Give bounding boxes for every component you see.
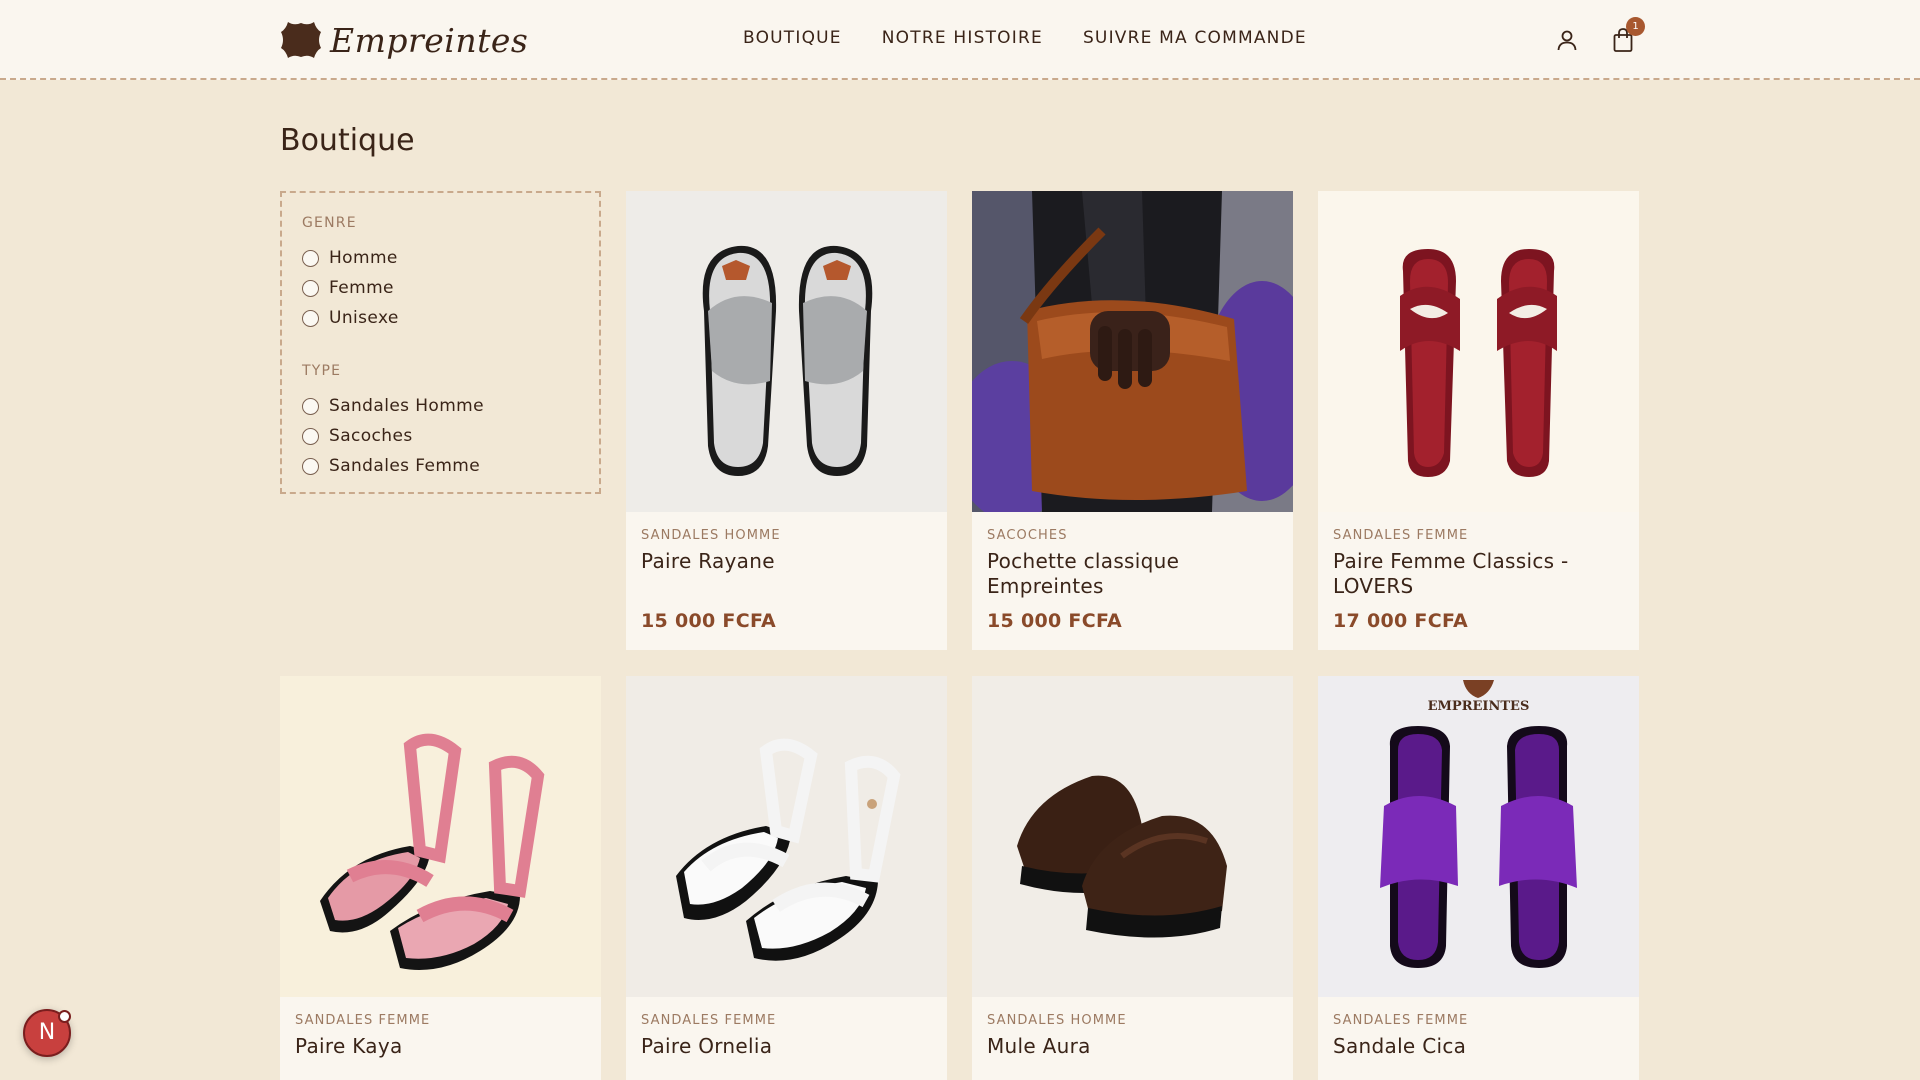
radio-button[interactable] [302,249,319,267]
filter-option-unisexe[interactable]: Unisexe [302,303,599,333]
product-name[interactable]: Mule Aura [987,1034,1278,1059]
option-label: Sandales Femme [329,456,481,476]
pink-sandal-image [280,676,601,997]
option-label: Sandales Homme [329,396,484,416]
product-image[interactable]: EMPREINTES [1318,676,1639,997]
product-card-mule-aura[interactable]: SANDALES HOMME Mule Aura [972,676,1293,1080]
product-logo-text: EMPREINTES [1428,699,1530,714]
user-icon[interactable] [1555,28,1579,52]
notification-dot [58,1010,71,1023]
product-image[interactable] [280,676,601,997]
filter-group-type: TYPE Sandales Homme Sacoches Sandales Fe… [302,363,599,481]
filter-panel: GENRE Homme Femme Unisexe TYPE Sandales … [280,191,601,494]
product-name[interactable]: Paire Femme Classics - LOVERS [1333,549,1624,599]
filter-heading-type: TYPE [302,363,342,379]
radio-button[interactable] [302,427,319,445]
nav-suivre-commande[interactable]: SUIVRE MA COMMANDE [1083,28,1307,48]
product-image[interactable] [972,191,1293,512]
option-label: Homme [329,248,398,268]
filter-option-sacoches[interactable]: Sacoches [302,421,599,451]
brand-name: Empreintes [330,20,529,60]
cart-count-badge: 1 [1626,17,1645,36]
option-label: Sacoches [329,426,413,446]
product-category: SANDALES FEMME [1333,528,1469,543]
product-category: SANDALES FEMME [295,1013,431,1028]
site-header: Empreintes BOUTIQUE NOTRE HISTOIRE SUIVR… [0,0,1920,80]
filter-option-femme[interactable]: Femme [302,273,599,303]
product-card-paire-ornelia[interactable]: SANDALES FEMME Paire Ornelia [626,676,947,1080]
product-price: 15 000 FCFA [641,610,777,632]
product-card-pochette-classique[interactable]: SACOCHES Pochette classique Empreintes 1… [972,191,1293,650]
page-title: Boutique [280,123,415,158]
purple-sandal-image: EMPREINTES [1318,676,1639,997]
product-name[interactable]: Paire Kaya [295,1034,586,1059]
product-image[interactable] [626,676,947,997]
product-card-femme-classics[interactable]: SANDALES FEMME Paire Femme Classics - LO… [1318,191,1639,650]
option-label: Femme [329,278,394,298]
product-card-paire-rayane[interactable]: SANDALES HOMME Paire Rayane 15 000 FCFA [626,191,947,650]
red-sandal-image [1318,191,1639,512]
product-category: SANDALES HOMME [987,1013,1127,1028]
product-image[interactable] [1318,191,1639,512]
option-label: Unisexe [329,308,399,328]
radio-button[interactable] [302,309,319,327]
white-sandal-image [626,676,947,997]
filter-option-sandales-femme[interactable]: Sandales Femme [302,451,599,481]
product-category: SANDALES FEMME [641,1013,777,1028]
filter-heading-genre: GENRE [302,215,357,231]
leather-pouch-image [972,191,1293,512]
filter-option-sandales-homme[interactable]: Sandales Homme [302,391,599,421]
product-name[interactable]: Paire Rayane [641,549,932,574]
product-name[interactable]: Sandale Cica [1333,1034,1624,1059]
brand-logo[interactable]: Empreintes [280,18,528,62]
radio-button[interactable] [302,457,319,475]
filter-option-homme[interactable]: Homme [302,243,599,273]
radio-button[interactable] [302,397,319,415]
nav-boutique[interactable]: BOUTIQUE [743,28,842,48]
main-nav: BOUTIQUE NOTRE HISTOIRE SUIVRE MA COMMAN… [743,28,1347,48]
product-image[interactable] [972,676,1293,997]
grey-sandal-image [626,191,947,512]
radio-button[interactable] [302,279,319,297]
product-card-sandale-cica[interactable]: EMPREINTES SANDALES FEMME Sandale Cica [1318,676,1639,1080]
product-price: 17 000 FCFA [1333,610,1469,632]
product-category: SANDALES HOMME [641,528,781,543]
product-name[interactable]: Paire Ornelia [641,1034,932,1059]
product-category: SACOCHES [987,528,1068,543]
product-price: 15 000 FCFA [987,610,1123,632]
product-name[interactable]: Pochette classique Empreintes [987,549,1278,599]
leather-hide-icon [281,22,321,58]
product-card-paire-kaya[interactable]: SANDALES FEMME Paire Kaya [280,676,601,1080]
product-image[interactable] [626,191,947,512]
nav-notre-histoire[interactable]: NOTRE HISTOIRE [882,28,1043,48]
brown-mule-image [972,676,1293,997]
filter-group-genre: GENRE Homme Femme Unisexe [302,215,599,333]
product-category: SANDALES FEMME [1333,1013,1469,1028]
